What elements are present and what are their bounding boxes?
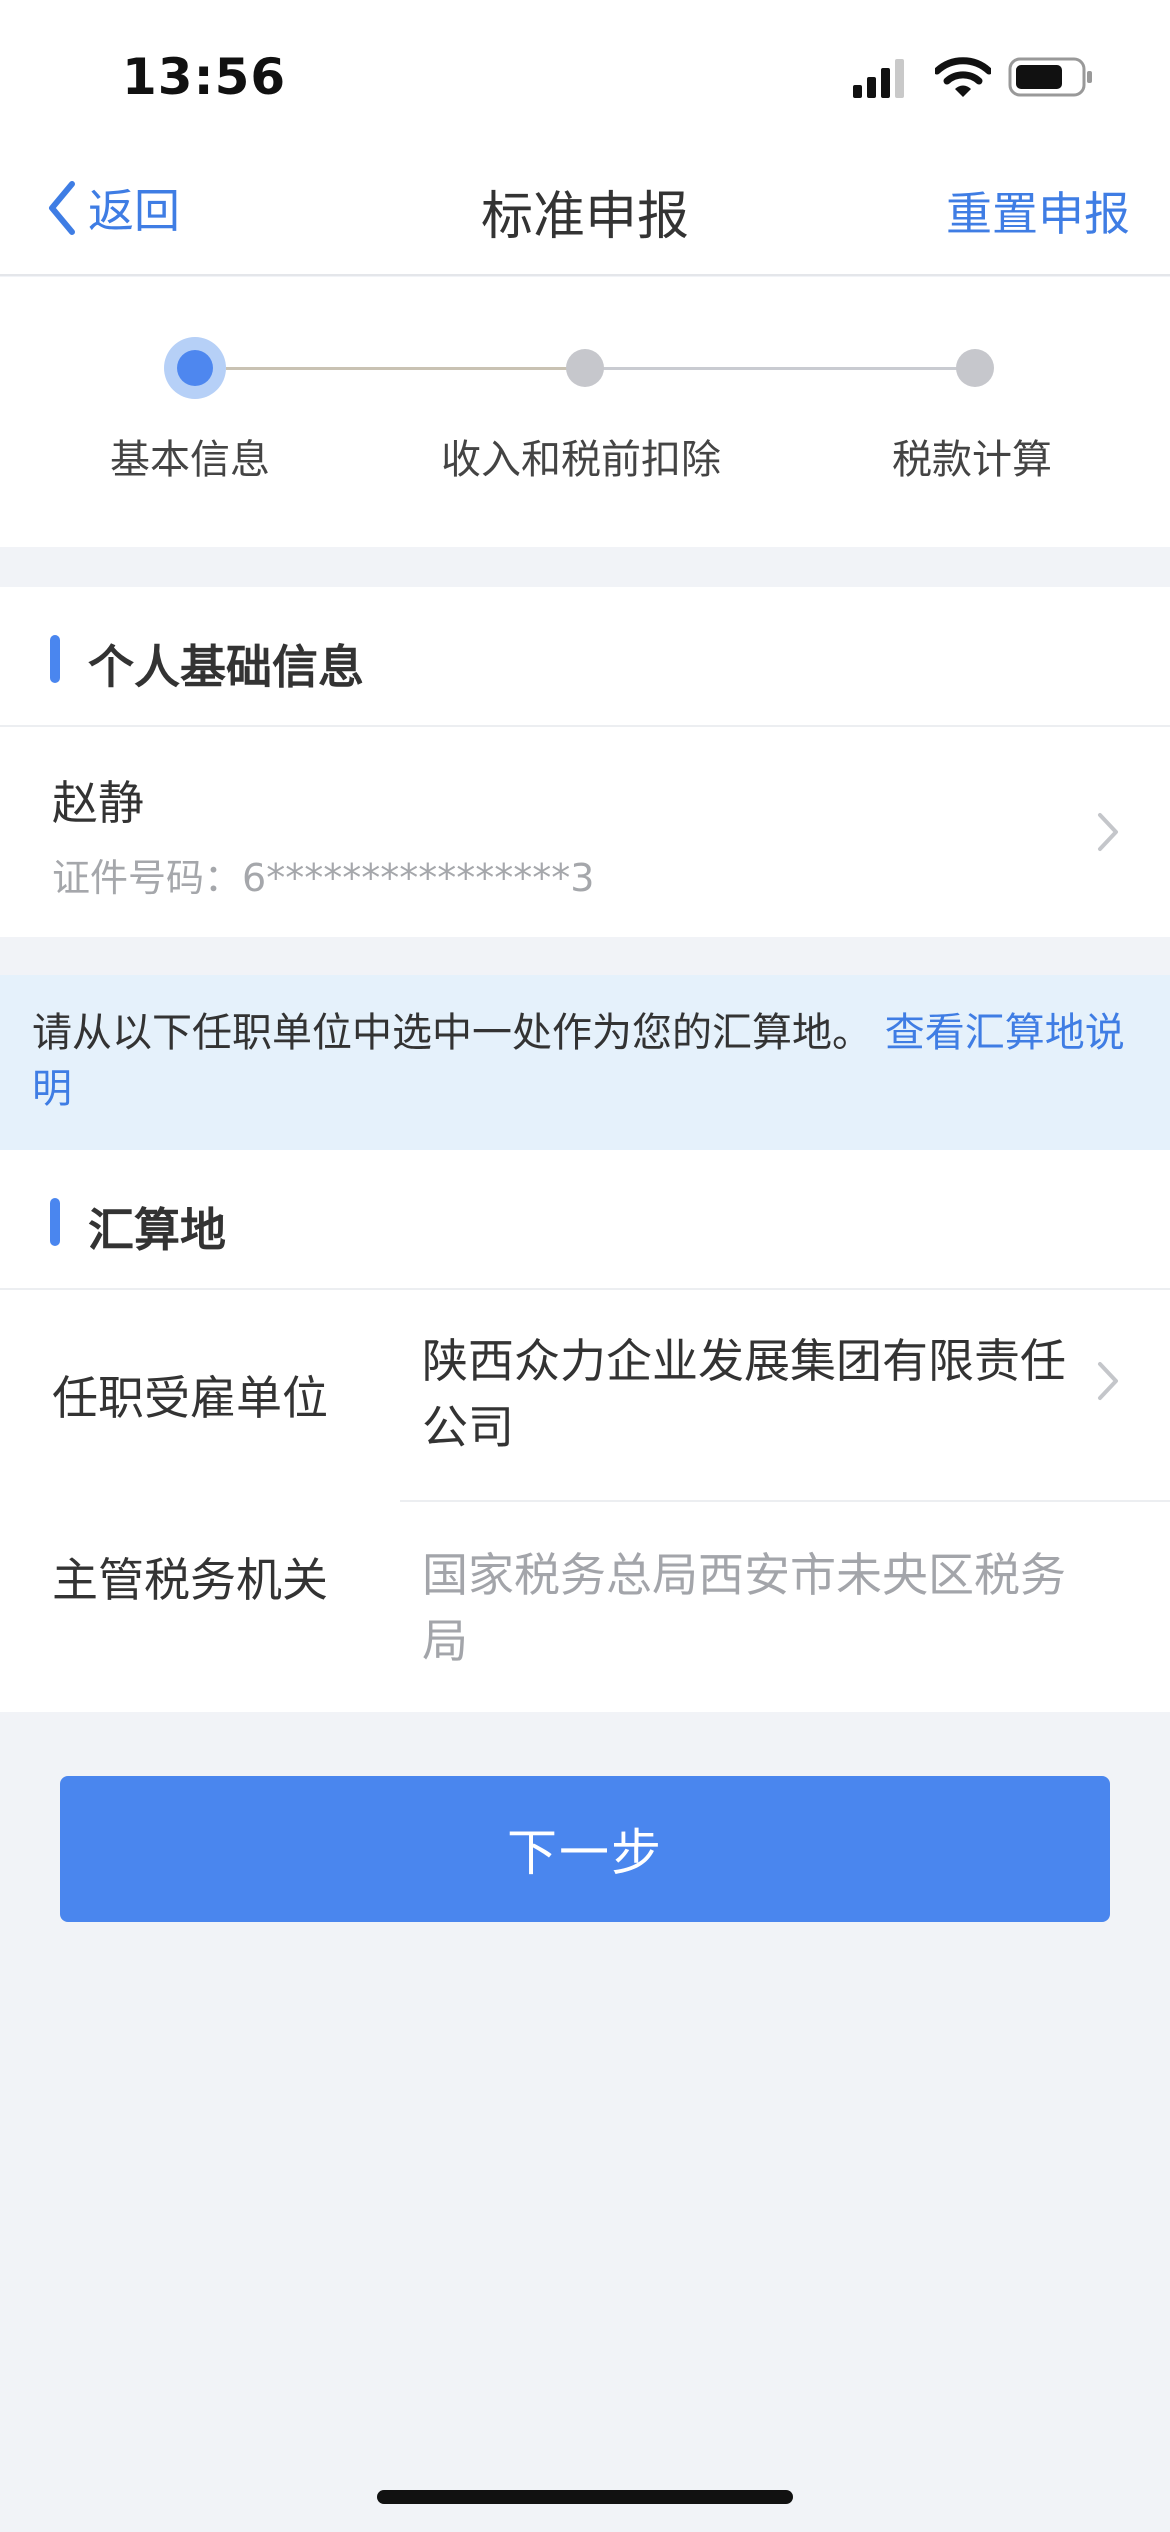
taxpayer-name: 赵静 <box>52 776 144 830</box>
next-step-button[interactable]: 下一步 <box>60 1776 1110 1922</box>
status-bar: 13:56 <box>0 0 1170 150</box>
notice-text: 请从以下任职单位中选中一处作为您的汇算地。 <box>32 1010 872 1056</box>
step-indicator-basic-info <box>164 337 226 399</box>
step-indicator-income <box>566 349 604 387</box>
step-label-basic-info: 基本信息 <box>110 437 270 483</box>
personal-info-header: 个人基础信息 <box>0 587 1170 727</box>
step-connector <box>602 367 958 370</box>
settlement-notice: 请从以下任职单位中选中一处作为您的汇算地。 查看汇算地说明 <box>0 975 1170 1150</box>
section-accent-bar <box>50 635 60 683</box>
id-number-value: 6****************3 <box>242 856 595 900</box>
taxpayer-row[interactable]: 赵静 证件号码：6****************3 <box>0 727 1170 937</box>
wifi-icon <box>935 57 991 97</box>
chevron-right-icon <box>1098 813 1118 851</box>
cellular-signal-icon <box>853 59 904 98</box>
step-label-income: 收入和税前扣除 <box>441 437 721 483</box>
section-accent-bar <box>50 1198 60 1246</box>
step-indicator-tax-calc <box>956 349 994 387</box>
chevron-right-icon <box>1098 1362 1118 1400</box>
progress-stepper: 基本信息 收入和税前扣除 税款计算 <box>0 277 1170 547</box>
battery-icon <box>1008 57 1092 97</box>
step-connector <box>226 367 584 370</box>
tax-office-value: 国家税务总局西安市未央区税务局 <box>422 1548 1066 1668</box>
settlement-header: 汇算地 <box>0 1150 1170 1290</box>
employer-row[interactable]: 任职受雇单位 陕西众力企业发展集团有限责任公司 <box>0 1290 1170 1502</box>
home-indicator[interactable] <box>377 2490 793 2504</box>
id-number: 证件号码：6****************3 <box>52 847 594 902</box>
section-title: 汇算地 <box>88 1203 226 1257</box>
reset-declaration-button[interactable]: 重置申报 <box>946 178 1130 244</box>
section-title: 个人基础信息 <box>88 640 364 694</box>
status-time: 13:56 <box>122 48 287 106</box>
tax-office-label: 主管税务机关 <box>52 1553 328 1607</box>
employer-value: 陕西众力企业发展集团有限责任公司 <box>422 1334 1066 1454</box>
employer-label: 任职受雇单位 <box>52 1371 328 1425</box>
nav-bar: 返回 标准申报 重置申报 <box>0 150 1170 276</box>
tax-office-row: 主管税务机关 国家税务总局西安市未央区税务局 <box>0 1502 1170 1712</box>
step-label-tax-calc: 税款计算 <box>892 437 1052 483</box>
id-number-label: 证件号码： <box>52 856 243 900</box>
